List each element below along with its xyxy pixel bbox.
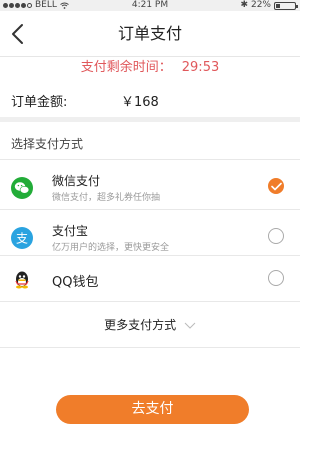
section-divider <box>0 117 300 122</box>
order-amount-row: 订单金额: ￥168 <box>0 86 300 112</box>
pay-method-desc: 亿万用户的选择，更快更安全 <box>52 243 170 253</box>
pay-button[interactable]: 去支付 <box>56 395 249 424</box>
countdown-value: 29:53 <box>181 60 220 75</box>
pay-method-qq-wallet[interactable]: QQ钱包 <box>0 255 300 301</box>
bluetooth-icon: ✱ <box>240 0 248 10</box>
radio-unselected[interactable] <box>268 228 284 244</box>
page-title: 订单支付 <box>117 24 182 43</box>
check-icon <box>271 182 282 191</box>
divider <box>0 301 300 302</box>
pay-method-name: QQ钱包 <box>52 275 99 290</box>
pay-method-wechat[interactable]: 微信支付 微信支付，超多礼券任你抽 <box>0 163 300 209</box>
countdown-label: 支付剩余时间： <box>80 60 172 75</box>
order-amount-label: 订单金额: <box>11 95 68 110</box>
divider <box>0 209 300 210</box>
wechat-pay-icon <box>11 177 33 199</box>
order-amount-value: ￥168 <box>121 95 159 110</box>
battery-icon <box>274 1 298 10</box>
pay-method-alipay[interactable]: 支 支付宝 亿万用户的选择，更快更安全 <box>0 213 300 259</box>
nav-bar: 订单支付 <box>0 11 300 57</box>
status-bar: BELL 4:21 PM ✱ 22% <box>0 0 300 11</box>
chevron-down-icon <box>184 322 196 329</box>
svg-text:支: 支 <box>16 232 28 246</box>
payment-section-title: 选择支付方式 <box>11 137 84 151</box>
payment-countdown: 支付剩余时间： 29:53 <box>0 57 300 81</box>
more-payment-methods[interactable]: 更多支付方式 <box>0 316 300 333</box>
battery-percent: 22% <box>250 0 271 10</box>
divider <box>0 347 300 348</box>
more-payment-label: 更多支付方式 <box>104 318 177 332</box>
radio-unselected[interactable] <box>268 270 284 286</box>
pay-method-name: 微信支付 <box>52 174 101 188</box>
alipay-icon: 支 <box>11 227 33 249</box>
pay-method-name: 支付宝 <box>52 224 89 238</box>
battery-area: ✱ 22% <box>240 0 298 11</box>
radio-selected[interactable] <box>268 178 284 194</box>
pay-method-desc: 微信支付，超多礼券任你抽 <box>52 193 161 203</box>
qq-wallet-icon <box>15 271 29 289</box>
divider <box>0 159 300 160</box>
